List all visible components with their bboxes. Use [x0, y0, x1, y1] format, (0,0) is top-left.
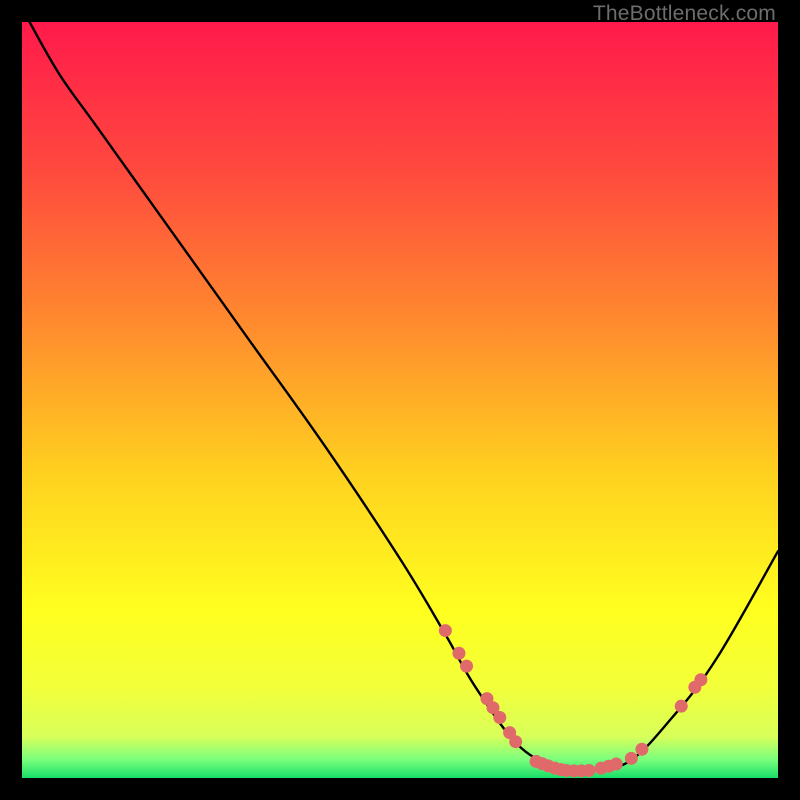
data-marker — [610, 758, 623, 771]
data-marker — [583, 764, 596, 777]
chart-svg — [22, 22, 778, 778]
data-marker — [625, 752, 638, 765]
data-marker — [439, 624, 452, 637]
chart-frame — [22, 22, 778, 778]
data-marker — [460, 660, 473, 673]
data-marker — [509, 735, 522, 748]
data-marker — [452, 647, 465, 660]
data-marker — [493, 711, 506, 724]
data-marker — [694, 673, 707, 686]
data-marker — [675, 700, 688, 713]
chart-background — [22, 22, 778, 778]
data-marker — [635, 743, 648, 756]
